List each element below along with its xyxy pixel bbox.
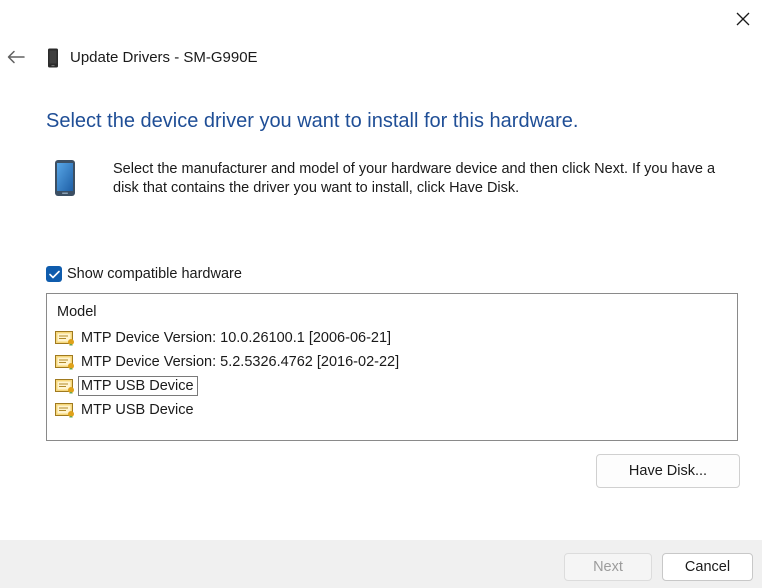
list-item[interactable]: MTP USB Device bbox=[55, 375, 198, 397]
model-column-header: Model bbox=[57, 304, 97, 320]
driver-certificate-icon bbox=[55, 331, 74, 346]
list-item[interactable]: MTP USB Device bbox=[55, 399, 198, 421]
list-item[interactable]: MTP Device Version: 10.0.26100.1 [2006-0… bbox=[55, 327, 395, 349]
checkmark-icon bbox=[48, 270, 60, 278]
back-button[interactable] bbox=[4, 45, 28, 69]
show-compatible-hardware-checkbox[interactable]: Show compatible hardware bbox=[46, 266, 242, 282]
driver-certificate-icon bbox=[55, 403, 74, 418]
driver-certificate-icon bbox=[55, 355, 74, 370]
arrow-left-icon bbox=[7, 50, 25, 64]
dialog-footer: Next Cancel bbox=[0, 540, 762, 588]
close-button[interactable] bbox=[728, 6, 758, 32]
next-button[interactable]: Next bbox=[564, 553, 652, 581]
cancel-button[interactable]: Cancel bbox=[662, 553, 753, 581]
checkbox-label: Show compatible hardware bbox=[67, 266, 242, 282]
page-heading: Select the device driver you want to ins… bbox=[46, 110, 579, 132]
window-title: Update Drivers - SM-G990E bbox=[70, 49, 258, 66]
instruction-text: Select the manufacturer and model of you… bbox=[113, 161, 716, 196]
driver-certificate-icon bbox=[55, 379, 74, 394]
close-icon bbox=[736, 12, 750, 26]
list-item-label: MTP USB Device bbox=[78, 376, 198, 396]
checkbox-box[interactable] bbox=[46, 266, 62, 282]
list-item-label: MTP Device Version: 5.2.5326.4762 [2016-… bbox=[81, 354, 400, 370]
list-item[interactable]: MTP Device Version: 5.2.5326.4762 [2016-… bbox=[55, 351, 403, 373]
phone-icon bbox=[48, 48, 58, 68]
list-item-label: MTP Device Version: 10.0.26100.1 [2006-0… bbox=[81, 330, 392, 346]
have-disk-button[interactable]: Have Disk... bbox=[596, 454, 740, 488]
list-item-label: MTP USB Device bbox=[81, 402, 194, 418]
update-drivers-dialog: Update Drivers - SM-G990E Select the dev… bbox=[0, 0, 762, 588]
model-list[interactable]: Model MTP Device Version: 10.0.26100.1 [… bbox=[46, 293, 738, 441]
device-icon bbox=[55, 160, 75, 196]
